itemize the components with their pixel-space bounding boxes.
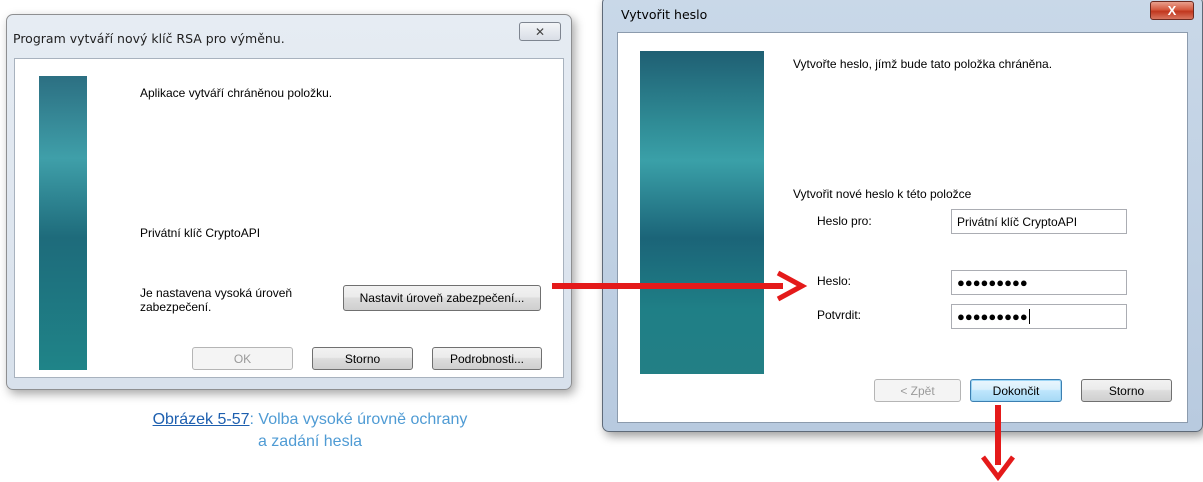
- section-label: Vytvořit nové heslo k této položce: [793, 187, 972, 201]
- security-level-line-2: zabezpečení.: [140, 300, 212, 314]
- security-level-line-1: Je nastavena vysoká úroveň: [140, 286, 293, 300]
- caption-text-1: : Volba vysoké úrovně ochrany: [249, 411, 468, 428]
- confirm-password-input[interactable]: ●●●●●●●●●: [951, 304, 1127, 329]
- dialog-client-area: Aplikace vytváří chráněnou položku. Priv…: [14, 58, 564, 378]
- arrow-right-icon: [552, 270, 808, 302]
- close-button[interactable]: ✕: [519, 22, 561, 41]
- dialog-heading: Aplikace vytváří chráněnou položku.: [140, 86, 333, 100]
- side-banner-image: [39, 76, 87, 370]
- set-security-level-button[interactable]: Nastavit úroveň zabezpečení...: [343, 285, 541, 311]
- caption-text-2: a zadání hesla: [257, 433, 363, 450]
- security-level-text: Je nastavena vysoká úroveň zabezpečení.: [140, 286, 292, 314]
- password-input[interactable]: ●●●●●●●●●: [951, 270, 1127, 295]
- text-caret: [1028, 309, 1030, 324]
- close-icon: ✕: [534, 24, 546, 39]
- details-button[interactable]: Podrobnosti...: [432, 347, 542, 370]
- confirm-password-value: ●●●●●●●●●: [957, 309, 1028, 324]
- back-button[interactable]: < Zpět: [874, 379, 961, 402]
- cancel-button[interactable]: Storno: [312, 347, 413, 370]
- rsa-key-dialog: Program vytváří nový klíč RSA pro výměnu…: [6, 14, 572, 390]
- intro-text: Vytvořte heslo, jímž bude tato položka c…: [793, 57, 1053, 71]
- confirm-label: Potvrdit:: [817, 308, 862, 322]
- dialog-client-area: Vytvořte heslo, jímž bude tato položka c…: [617, 32, 1188, 423]
- dialog-title: Program vytváří nový klíč RSA pro výměnu…: [13, 31, 285, 46]
- password-for-label: Heslo pro:: [817, 214, 872, 228]
- finish-button[interactable]: Dokončit: [970, 379, 1062, 402]
- ok-button[interactable]: OK: [192, 347, 293, 370]
- figure-link[interactable]: Obrázek 5-57: [153, 411, 250, 428]
- figure-caption: Obrázek 5-57: Volba vysoké úrovně ochran…: [80, 409, 540, 453]
- side-banner-image: [640, 51, 764, 374]
- close-button[interactable]: X: [1150, 1, 1194, 20]
- dialog-title: Vytvořit heslo: [621, 7, 708, 22]
- create-password-dialog: Vytvořit heslo X Vytvořte heslo, jímž bu…: [602, 0, 1203, 432]
- cancel-button[interactable]: Storno: [1081, 379, 1172, 402]
- close-icon: X: [1167, 3, 1177, 18]
- arrow-down-icon: [981, 405, 1015, 482]
- password-for-field[interactable]: Privátní klíč CryptoAPI: [951, 209, 1127, 234]
- protected-item-name: Privátní klíč CryptoAPI: [140, 226, 261, 240]
